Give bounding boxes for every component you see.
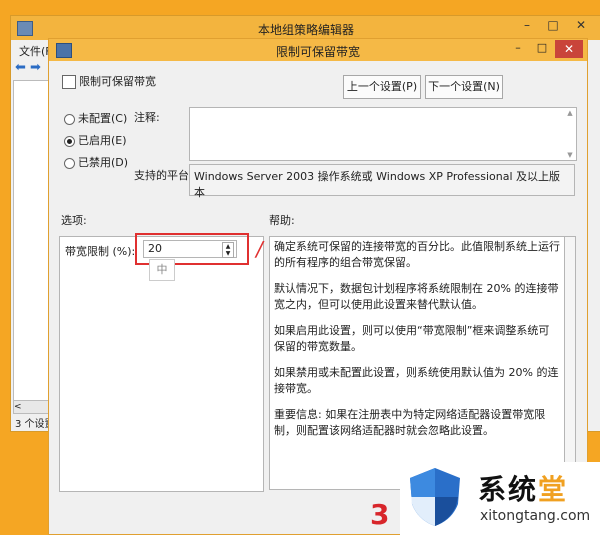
editor-title: 本地组策略编辑器	[257, 23, 354, 37]
bandwidth-label: 带宽限制 (%):	[65, 245, 136, 258]
radio-not-configured[interactable]: 未配置(C)	[64, 109, 128, 131]
forward-arrow-icon[interactable]: ➡	[30, 60, 41, 75]
maximize-icon[interactable]: □	[541, 18, 565, 36]
radio-dot[interactable]	[64, 158, 75, 169]
radio-label: 已禁用(D)	[78, 156, 129, 169]
previous-setting-button[interactable]: 上一个设置(P)	[343, 75, 421, 99]
help-paragraph: 重要信息: 如果在注册表中为特定网络适配器设置带宽限制，则配置该网络适配器时就会…	[274, 408, 546, 437]
close-icon[interactable]: ✕	[569, 18, 593, 36]
close-button[interactable]: ✕	[555, 40, 583, 58]
state-radio-group: 未配置(C) 已启用(E) 已禁用(D)	[64, 109, 128, 175]
tree-hscrollbar[interactable]: <	[13, 400, 51, 414]
dialog-titlebar: 限制可保留带宽 – □ ✕	[49, 39, 587, 61]
editor-toolbar: ⬅ ➡	[15, 60, 41, 78]
minimize-icon[interactable]: –	[507, 41, 529, 59]
comment-textarea[interactable]: ▲ ▼	[189, 107, 577, 161]
editor-titlebar: 本地组策略编辑器 – □ ✕	[11, 16, 600, 40]
maximize-icon[interactable]: □	[531, 41, 553, 59]
help-paragraph: 如果禁用或未配置此设置，则系统使用默认值为 20% 的连接带宽。	[274, 366, 559, 395]
ime-indicator: 中	[149, 259, 175, 281]
red-annotation: 3	[370, 498, 390, 531]
help-scrollbar[interactable]	[565, 236, 576, 492]
site-watermark: 系统堂 xitongtang.com	[400, 462, 600, 535]
back-arrow-icon[interactable]: ⬅	[15, 60, 26, 75]
policy-name: 限制可保留带宽	[79, 75, 156, 88]
watermark-en: xitongtang.com	[480, 508, 591, 524]
shield-logo-icon	[410, 468, 460, 526]
scroll-down-icon[interactable]: ▼	[565, 151, 575, 159]
scroll-up-icon[interactable]: ▲	[565, 109, 575, 117]
radio-label: 已启用(E)	[78, 134, 127, 147]
help-pane: 确定系统可保留的连接带宽的百分比。此值限制系统上运行的所有程序的组合带宽保留。 …	[269, 236, 565, 490]
next-setting-button[interactable]: 下一个设置(N)	[425, 75, 503, 99]
platform-label: 支持的平台:	[134, 169, 193, 182]
policy-setting-dialog: 限制可保留带宽 – □ ✕ 限制可保留带宽 上一个设置(P) 下一个设置(N) …	[48, 38, 588, 535]
radio-disabled[interactable]: 已禁用(D)	[64, 153, 128, 175]
options-label: 选项:	[61, 214, 87, 227]
platform-value: Windows Server 2003 操作系统或 Windows XP Pro…	[194, 170, 561, 199]
help-paragraph: 如果启用此设置，则可以使用“带宽限制”框来调整系统可保留的带宽数量。	[274, 324, 550, 353]
annotation-mark: /	[256, 237, 263, 261]
tree-pane[interactable]	[13, 80, 51, 402]
radio-dot-selected[interactable]	[64, 136, 75, 147]
watermark-cn-a: 系统	[478, 473, 539, 506]
platform-field: Windows Server 2003 操作系统或 Windows XP Pro…	[189, 164, 575, 199]
scroll-left-icon[interactable]: <	[14, 402, 22, 412]
minimize-icon[interactable]: –	[515, 18, 539, 36]
watermark-cn-b: 堂	[538, 473, 569, 506]
radio-enabled[interactable]: 已启用(E)	[64, 131, 128, 153]
options-pane: 带宽限制 (%): 20 ▲ ▼ 中 /	[59, 233, 264, 492]
comment-label: 注释:	[134, 111, 160, 124]
setting-icon	[62, 75, 76, 89]
help-label: 帮助:	[269, 214, 295, 227]
watermark-cn: 系统堂	[478, 468, 568, 508]
radio-label: 未配置(C)	[78, 112, 128, 125]
help-paragraph: 确定系统可保留的连接带宽的百分比。此值限制系统上运行的所有程序的组合带宽保留。	[274, 240, 560, 269]
radio-dot[interactable]	[64, 114, 75, 125]
help-paragraph: 默认情况下，数据包计划程序将系统限制在 20% 的连接带宽之内，但可以使用此设置…	[274, 282, 559, 311]
